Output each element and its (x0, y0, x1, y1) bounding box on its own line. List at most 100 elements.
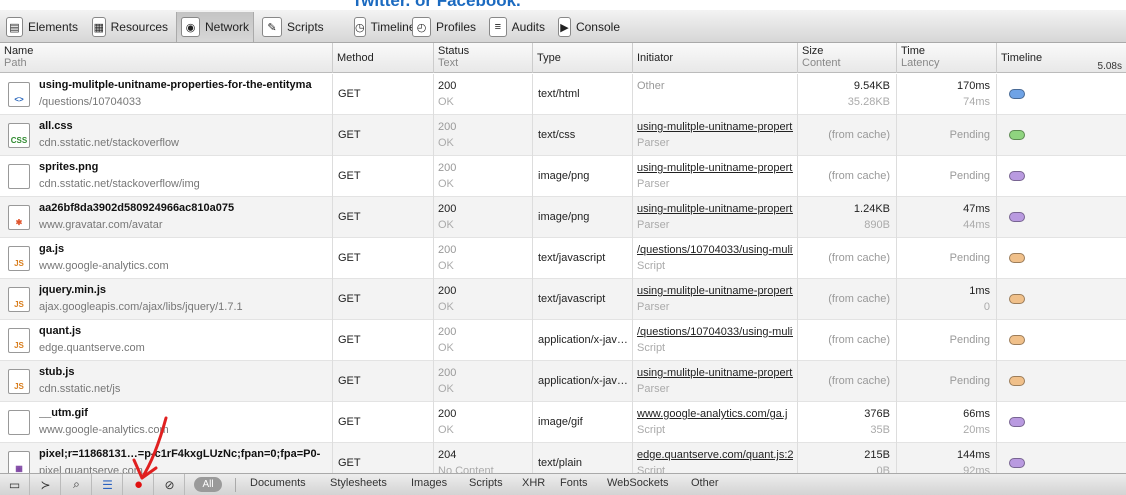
status-code: 200 (438, 203, 457, 215)
size-value: (from cache) (828, 334, 890, 346)
table-row[interactable]: JS ga.js www.google-analytics.com GET 200 OK t… (0, 238, 1126, 279)
filter-scripts[interactable]: Scripts (469, 477, 503, 489)
status-code: 200 (438, 367, 457, 379)
size-cell: 376B 35B (798, 402, 897, 443)
initiator-link[interactable]: using-mulitple-unitname-propertie (637, 160, 793, 176)
initiator-link[interactable]: using-mulitple-unitname-propertie (637, 119, 793, 135)
console-drawer-icon[interactable]: ≻ (31, 474, 61, 495)
timeline-bar[interactable] (1009, 294, 1025, 304)
size-cell: (from cache) (798, 320, 897, 361)
size-cell: (from cache) (798, 156, 897, 197)
tab-network[interactable]: ◉ Network (176, 12, 254, 42)
initiator-link[interactable]: edge.quantserve.com/quant.js:2 (637, 447, 793, 463)
table-row[interactable]: <> using-mulitple-unitname-properties-for… (0, 74, 1126, 115)
column-status[interactable]: Status Text (434, 43, 533, 73)
table-row[interactable]: JS stub.js cdn.sstatic.net/js GET 200 OK appli… (0, 361, 1126, 402)
timeline-bar[interactable] (1009, 130, 1025, 140)
name-cell[interactable]: JS ga.js www.google-analytics.com (0, 238, 333, 279)
tab-timeline[interactable]: ◷ Timeline (350, 12, 416, 42)
dock-icon[interactable]: ▭ (0, 474, 30, 495)
filter-websockets[interactable]: WebSockets (607, 477, 669, 489)
table-row[interactable]: JS jquery.min.js ajax.googleapis.com/ajax/… (0, 279, 1126, 320)
table-row[interactable]: CSS all.css cdn.sstatic.net/stackoverflow G… (0, 115, 1126, 156)
initiator-cell: using-mulitple-unitname-propertie Parser (633, 197, 798, 238)
name-cell[interactable]: ▦ pixel;r=11868131…=p-c1rF4kxgLUzNc;fpan=… (0, 443, 333, 473)
tab-audits[interactable]: ≡ Audits (485, 12, 549, 42)
initiator-link[interactable]: /questions/10704033/using-mulit (637, 324, 793, 340)
initiator-cell: /questions/10704033/using-mulit Script (633, 320, 798, 361)
initiator-link[interactable]: www.google-analytics.com/ga.j (637, 406, 793, 422)
filter-other[interactable]: Other (691, 477, 719, 489)
name-cell[interactable]: <> using-mulitple-unitname-properties-for… (0, 74, 333, 115)
search-icon[interactable]: ⌕ (62, 474, 92, 495)
name-cell[interactable]: JS jquery.min.js ajax.googleapis.com/ajax/… (0, 279, 333, 320)
tab-profiles[interactable]: ◴ Profiles (408, 12, 480, 42)
type-cell: text/javascript (533, 279, 633, 320)
column-time[interactable]: Time Latency (897, 43, 997, 73)
filter-stylesheets[interactable]: Stylesheets (330, 477, 387, 489)
table-row[interactable]: sprites.png cdn.sstatic.net/stackoverflow… (0, 156, 1126, 197)
column-name[interactable]: Name Path (0, 43, 333, 73)
timeline-bar[interactable] (1009, 89, 1025, 99)
tab-resources[interactable]: ▦ Resources (88, 12, 172, 42)
timeline-cell (997, 279, 1126, 320)
column-size[interactable]: Size Content (798, 43, 897, 73)
column-type[interactable]: Type (533, 43, 633, 73)
initiator-link[interactable]: using-mulitple-unitname-propertie (637, 283, 793, 299)
tab-scripts[interactable]: ✎ Scripts (258, 12, 328, 42)
initiator-type: Script (637, 465, 666, 473)
timeline-bar[interactable] (1009, 417, 1025, 427)
large-rows-icon[interactable]: ☰ (93, 474, 123, 495)
name-cell[interactable]: sprites.png cdn.sstatic.net/stackoverflow… (0, 156, 333, 197)
status-cell: 200 OK (434, 197, 533, 238)
filter-images[interactable]: Images (411, 477, 447, 489)
resource-path: edge.quantserve.com (39, 342, 145, 354)
initiator-link[interactable]: using-mulitple-unitname-propertie (637, 365, 793, 381)
timeline-bar[interactable] (1009, 458, 1025, 468)
table-row[interactable]: ✱ aa26bf8da3902d580924966ac810a075 www.gra… (0, 197, 1126, 238)
tab-elements[interactable]: ▤ Elements (2, 12, 82, 42)
timeline-cell (997, 320, 1126, 361)
name-cell[interactable]: JS stub.js cdn.sstatic.net/js (0, 361, 333, 402)
initiator-link[interactable]: using-mulitple-unitname-propertie (637, 201, 793, 217)
timeline-bar[interactable] (1009, 253, 1025, 263)
filter-fonts[interactable]: Fonts (560, 477, 588, 489)
timeline-bar[interactable] (1009, 376, 1025, 386)
table-row[interactable]: __utm.gif www.google-analytics.com GET 200 O… (0, 402, 1126, 443)
size-cell: (from cache) (798, 115, 897, 156)
timeline-bar[interactable] (1009, 212, 1025, 222)
initiator-link[interactable]: /questions/10704033/using-mulit (637, 242, 793, 258)
time-cell: 144ms 92ms (897, 443, 997, 473)
resource-name: stub.js (39, 366, 75, 378)
column-latency-label: Latency (901, 57, 940, 69)
column-initiator[interactable]: Initiator (633, 43, 798, 73)
time-cell: Pending (897, 320, 997, 361)
name-cell[interactable]: __utm.gif www.google-analytics.com (0, 402, 333, 443)
resource-path: www.google-analytics.com (39, 424, 169, 436)
status-cell: 200 OK (434, 402, 533, 443)
timeline-bar[interactable] (1009, 335, 1025, 345)
initiator-cell: using-mulitple-unitname-propertie Parser (633, 115, 798, 156)
name-cell[interactable]: ✱ aa26bf8da3902d580924966ac810a075 www.gra… (0, 197, 333, 238)
timeline-bar[interactable] (1009, 171, 1025, 181)
script-file-icon: JS (8, 369, 30, 394)
method-cell: GET (333, 279, 434, 320)
time-value: Pending (949, 252, 990, 264)
name-cell[interactable]: CSS all.css cdn.sstatic.net/stackoverflow (0, 115, 333, 156)
filter-all[interactable]: All (194, 477, 222, 492)
resource-path: cdn.sstatic.net/js (39, 383, 121, 395)
tab-console[interactable]: ▶ Console (554, 12, 624, 42)
clear-icon[interactable]: ⊘ (155, 474, 185, 495)
status-cell: 200 OK (434, 320, 533, 361)
filter-xhr[interactable]: XHR (522, 477, 545, 489)
table-row[interactable]: JS quant.js edge.quantserve.com GET 200 OK app… (0, 320, 1126, 361)
table-row[interactable]: ▦ pixel;r=11868131…=p-c1rF4kxgLUzNc;fpan=… (0, 443, 1126, 473)
record-icon[interactable]: ● (124, 474, 154, 495)
name-cell[interactable]: JS quant.js edge.quantserve.com (0, 320, 333, 361)
type-cell: image/gif (533, 402, 633, 443)
size-value: (from cache) (828, 170, 890, 182)
filter-documents[interactable]: Documents (250, 477, 306, 489)
type-cell: application/x-jav… (533, 361, 633, 402)
time-value: Pending (949, 334, 990, 346)
column-method[interactable]: Method (333, 43, 434, 73)
